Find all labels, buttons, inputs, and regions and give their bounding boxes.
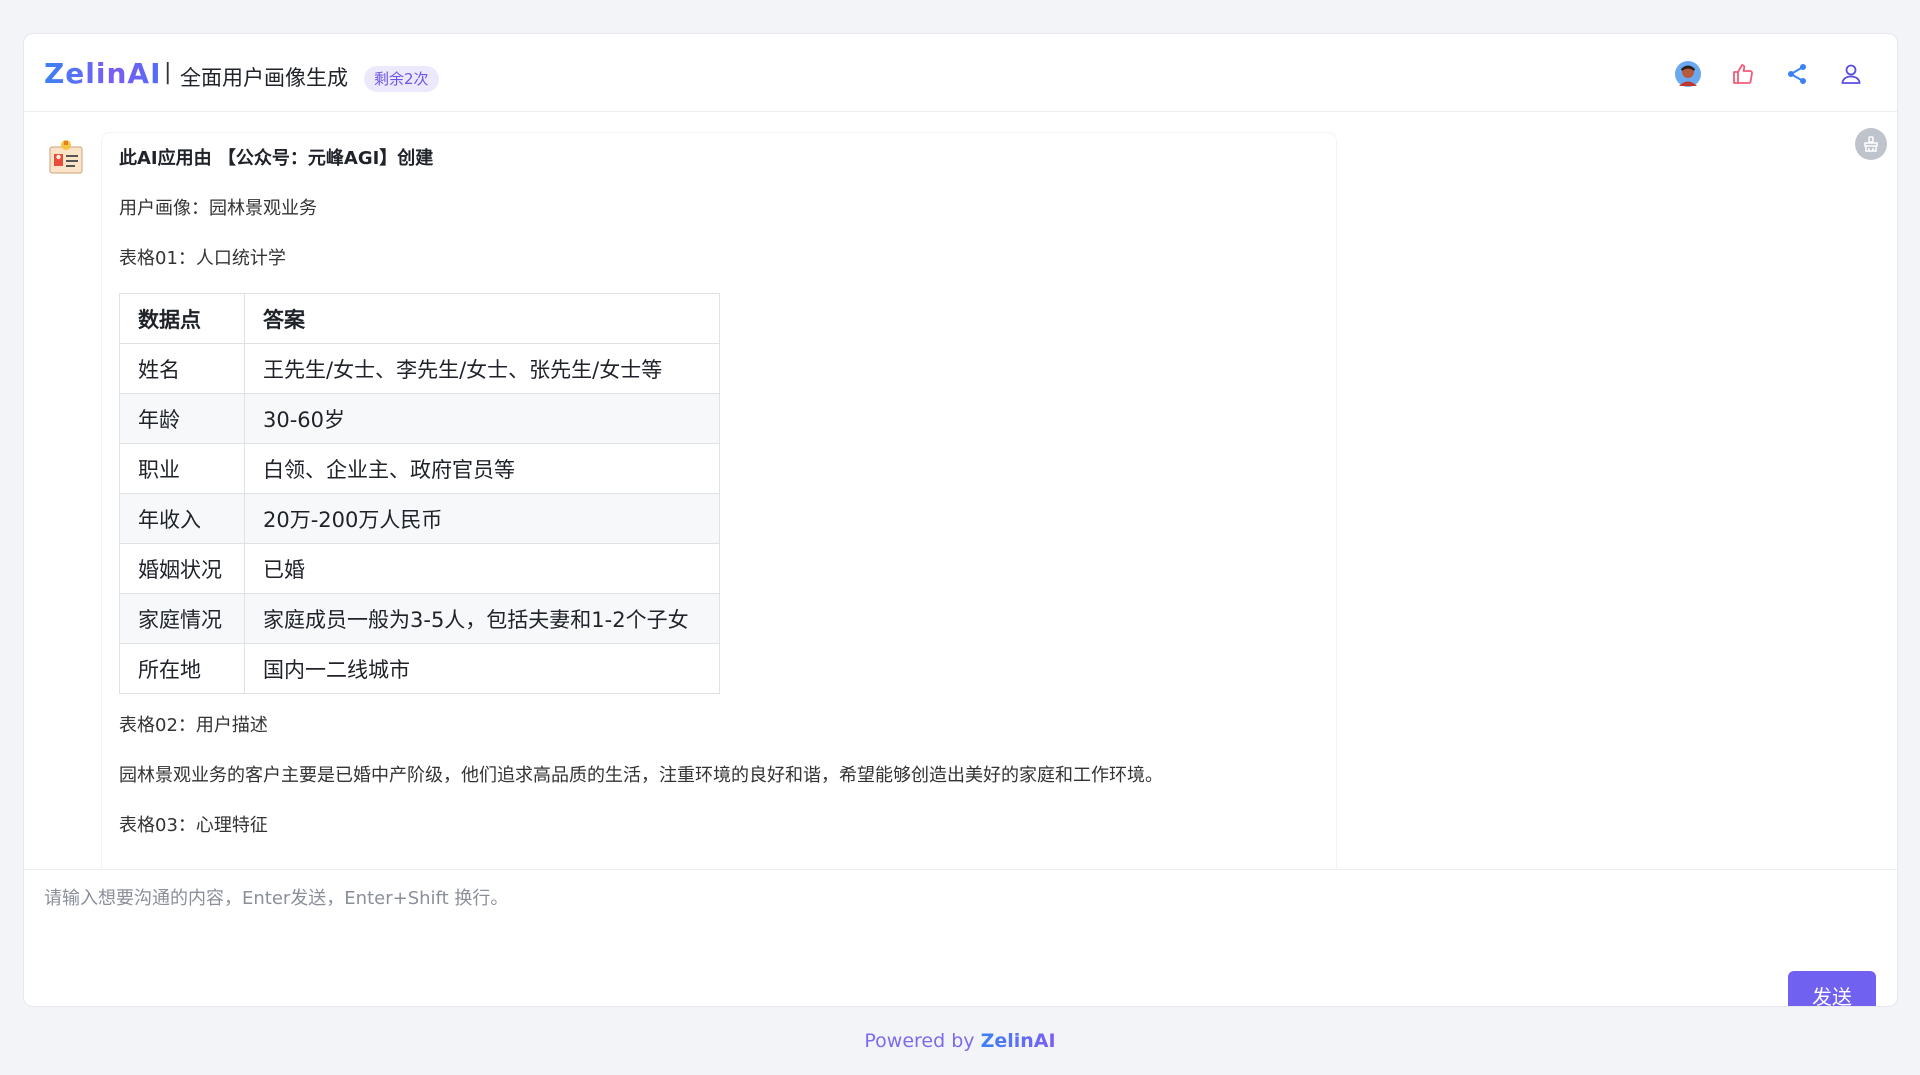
zelinai-logo[interactable]: ZelinAI [44, 55, 162, 91]
app-header: ZelinAI | 全面用户画像生成 剩余2次 [24, 34, 1897, 112]
remaining-uses-badge: 剩余2次 [364, 66, 439, 92]
table-cell: 20万-200万人民币 [244, 493, 720, 544]
send-button[interactable]: 发送 [1788, 971, 1876, 1006]
message-composer: 发送 [24, 869, 1897, 1006]
table-cell: 30-60岁 [244, 393, 720, 444]
broom-icon [1864, 136, 1878, 152]
clear-chat-button[interactable] [1855, 128, 1887, 160]
table-cell: 姓名 [119, 343, 245, 394]
table-cell: 年收入 [119, 493, 245, 544]
powered-by-footer: Powered by ZelinAI [0, 1030, 1920, 1052]
footer-brand-link[interactable]: ZelinAI [981, 1030, 1056, 1052]
table-row: 婚姻状况 已婚 [119, 543, 720, 594]
table-row: 姓名 王先生/女士、李先生/女士、张先生/女士等 [119, 343, 720, 394]
table-cell: 国内一二线城市 [244, 643, 720, 694]
table-cell: 年龄 [119, 393, 245, 444]
table3-title: 表格03：心理特征 [119, 815, 268, 836]
logo-text: ZelinAI [44, 56, 162, 90]
table2-text: 园林景观业务的客户主要是已婚中产阶级，他们追求高品质的生活，注重环境的良好和谐，… [119, 765, 1163, 786]
table-row: 年收入 20万-200万人民币 [119, 493, 720, 544]
table-cell: 已婚 [244, 543, 720, 594]
table-row: 年龄 30-60岁 [119, 393, 720, 444]
page-title: 全面用户画像生成 [180, 66, 348, 90]
table2-title: 表格02：用户描述 [119, 715, 268, 736]
bot-message: 此AI应用由 【公众号：元峰AGI】创建 用户画像：园林景观业务 表格01：人口… [102, 133, 1336, 869]
table-row: 所在地 国内一二线城市 [119, 643, 720, 694]
table-row: 职业 白领、企业主、政府官员等 [119, 443, 720, 494]
persona-line: 用户画像：园林景观业务 [119, 198, 317, 219]
share-icon[interactable] [1783, 60, 1811, 88]
table-cell: 所在地 [119, 643, 245, 694]
table-cell: 家庭情况 [119, 593, 245, 644]
table1-title: 表格01：人口统计学 [119, 248, 286, 269]
person-icon[interactable] [1837, 60, 1865, 88]
table-row: 家庭情况 家庭成员一般为3-5人，包括夫妻和1-2个子女 [119, 593, 720, 644]
column-header: 答案 [244, 293, 720, 344]
table-cell: 家庭成员一般为3-5人，包括夫妻和1-2个子女 [244, 593, 720, 644]
table-cell: 白领、企业主、政府官员等 [244, 443, 720, 494]
table-header-row: 数据点 答案 [119, 293, 720, 344]
table-cell: 职业 [119, 443, 245, 494]
column-header: 数据点 [119, 293, 245, 344]
bot-avatar [46, 137, 86, 177]
table-cell: 王先生/女士、李先生/女士、张先生/女士等 [244, 343, 720, 394]
chat-panel: ZelinAI | 全面用户画像生成 剩余2次 此AI应用由 【公众号：元峰AG… [23, 33, 1898, 1007]
user-avatar[interactable] [1674, 60, 1702, 88]
message-intro: 此AI应用由 【公众号：元峰AGI】创建 [119, 148, 434, 169]
message-list[interactable]: 此AI应用由 【公众号：元峰AGI】创建 用户画像：园林景观业务 表格01：人口… [24, 113, 1897, 869]
thumbs-up-icon[interactable] [1729, 60, 1757, 88]
table-cell: 婚姻状况 [119, 543, 245, 594]
title-separator: | [164, 60, 172, 85]
powered-by-text: Powered by [864, 1030, 975, 1052]
demographics-table: 数据点 答案 姓名 王先生/女士、李先生/女士、张先生/女士等 年龄 30-60… [119, 293, 720, 694]
message-input[interactable] [44, 884, 1744, 964]
